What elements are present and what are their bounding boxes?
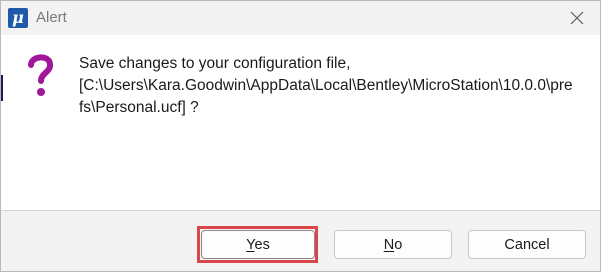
no-button-label: No bbox=[383, 236, 403, 253]
no-button[interactable]: No bbox=[334, 230, 452, 259]
message-line-2: [C:\Users\Kara.Goodwin\AppData\Local\Ben… bbox=[79, 77, 573, 94]
question-icon bbox=[28, 54, 54, 96]
message-line-1: Save changes to your configuration file, bbox=[79, 55, 351, 72]
alert-message: Save changes to your configuration file,… bbox=[79, 53, 579, 119]
microstation-app-icon: μ bbox=[8, 8, 28, 28]
button-area-divider bbox=[1, 210, 600, 211]
message-area: Save changes to your configuration file,… bbox=[1, 35, 600, 210]
cancel-button[interactable]: Cancel bbox=[468, 230, 586, 259]
alert-dialog: μ Alert Save changes to your configurati… bbox=[0, 0, 601, 272]
title-bar[interactable]: μ Alert bbox=[1, 1, 600, 35]
close-icon bbox=[570, 11, 584, 25]
yes-button[interactable]: Yes bbox=[201, 230, 315, 259]
close-button[interactable] bbox=[554, 1, 600, 35]
focus-marker bbox=[1, 75, 3, 101]
message-line-3: fs\Personal.ucf] ? bbox=[79, 99, 199, 116]
window-title: Alert bbox=[36, 9, 67, 26]
yes-button-label: Yes bbox=[246, 236, 270, 253]
cancel-button-label: Cancel bbox=[504, 236, 550, 253]
